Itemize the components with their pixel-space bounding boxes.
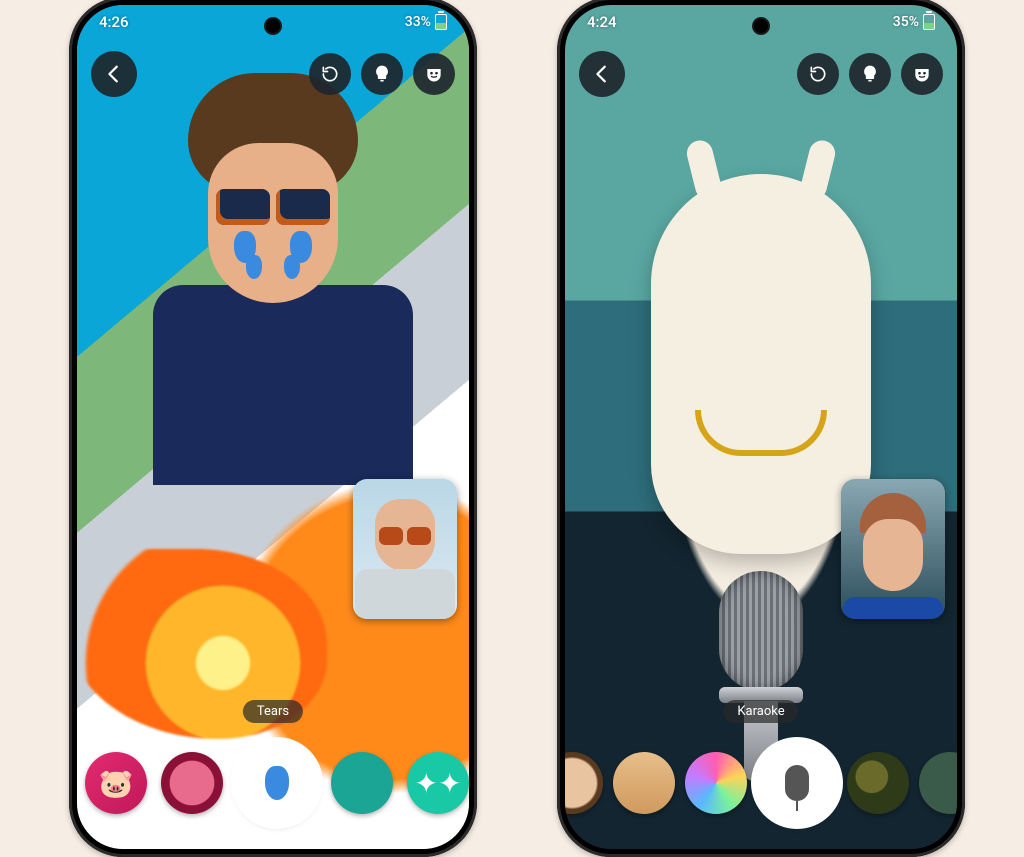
history-button[interactable] [797, 53, 839, 95]
self-view[interactable] [353, 479, 457, 619]
tear-drop-icon [265, 766, 289, 800]
effect-avatar[interactable] [565, 752, 603, 814]
battery-icon [435, 14, 447, 30]
back-button[interactable] [91, 51, 137, 97]
effect-teal[interactable] [331, 752, 393, 814]
history-icon [320, 64, 340, 84]
battery-percent: 33% [405, 14, 431, 30]
history-icon [808, 64, 828, 84]
battery-icon [923, 14, 935, 30]
lightbulb-icon [860, 64, 880, 84]
effect-karaoke-selected[interactable] [757, 743, 837, 823]
effects-button[interactable] [413, 53, 455, 95]
lightbulb-icon [372, 64, 392, 84]
effect-forest[interactable] [919, 752, 957, 814]
battery-percent: 35% [893, 14, 919, 30]
remote-person [153, 73, 393, 373]
effect-caricature[interactable] [613, 752, 675, 814]
effect-rainbow[interactable] [685, 752, 747, 814]
effects-button[interactable] [901, 53, 943, 95]
top-toolbar [565, 51, 957, 97]
back-button[interactable] [579, 51, 625, 97]
history-button[interactable] [309, 53, 351, 95]
effect-sparkle[interactable]: ✦✦ [407, 752, 469, 814]
clock: 4:26 [99, 13, 129, 31]
lighting-button[interactable] [849, 53, 891, 95]
effect-carousel[interactable]: 🐷 ✦✦ [77, 731, 469, 835]
screen: 4:26 33% [77, 5, 469, 849]
effect-pig[interactable]: 🐷 [85, 752, 147, 814]
effect-camo[interactable] [847, 752, 909, 814]
camera-notch [754, 19, 768, 33]
microphone-icon [785, 765, 809, 801]
clock: 4:24 [587, 13, 617, 31]
screen: 4:24 35% [565, 5, 957, 849]
effect-tears-selected[interactable] [237, 743, 317, 823]
back-arrow-icon [591, 63, 613, 85]
camera-notch [266, 19, 280, 33]
llama-graphic [651, 174, 871, 554]
effect-label: Tears [243, 700, 303, 723]
mask-icon [424, 64, 444, 84]
lighting-button[interactable] [361, 53, 403, 95]
effect-carousel[interactable] [565, 731, 957, 835]
tear-icon [246, 255, 262, 279]
mask-icon [912, 64, 932, 84]
self-view[interactable] [841, 479, 945, 619]
phone-right: 4:24 35% [557, 0, 965, 857]
phone-left: 4:26 33% [69, 0, 477, 857]
top-toolbar [77, 51, 469, 97]
back-arrow-icon [103, 63, 125, 85]
effect-ring[interactable] [161, 752, 223, 814]
effect-label: Karaoke [723, 700, 798, 723]
tear-icon [284, 255, 300, 279]
